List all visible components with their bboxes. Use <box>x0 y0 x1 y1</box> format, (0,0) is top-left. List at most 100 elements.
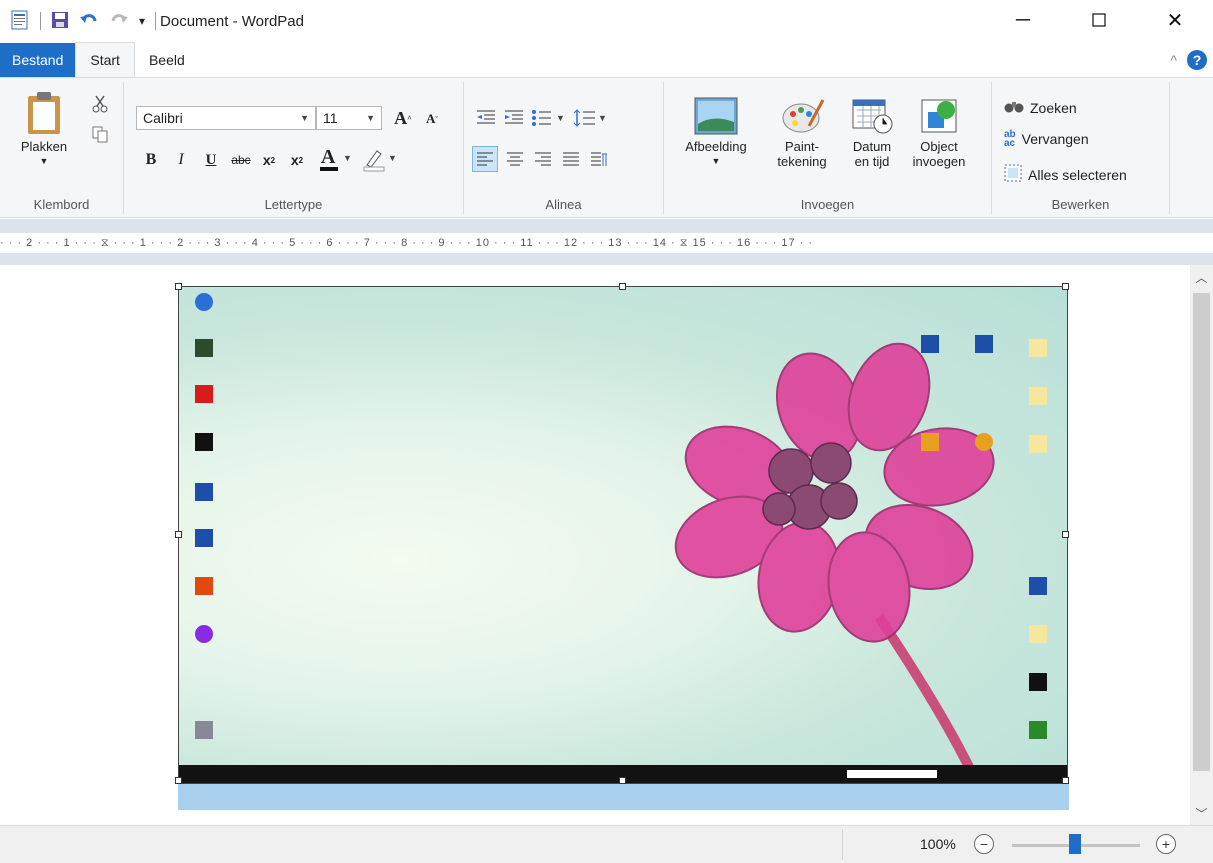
resize-handle[interactable] <box>1062 283 1069 290</box>
cut-icon[interactable] <box>90 94 110 114</box>
align-center-icon[interactable] <box>502 146 528 172</box>
replace-icon: ab ac <box>1004 129 1016 149</box>
scroll-up-icon[interactable]: ︿ <box>1190 267 1213 287</box>
align-right-icon[interactable] <box>530 146 556 172</box>
wordpad-icon[interactable] <box>10 10 30 33</box>
ruler[interactable]: · · · 2 · · · 1 · · · ⧖ · · · 1 · · · 2 … <box>0 219 1213 265</box>
customize-icon[interactable]: ▾ <box>139 14 145 28</box>
ribbon-tabs: Bestand Start Beeld ^ ? <box>0 42 1213 78</box>
chevron-down-icon: ▼ <box>300 113 309 123</box>
picture-icon <box>693 96 739 139</box>
svg-text:A: A <box>321 146 336 168</box>
chevron-down-icon: ▼ <box>711 156 721 166</box>
ribbon: Plakken ▼ Klembord Calibri ▼ 11 ▼ A ^ Aˇ … <box>0 78 1213 218</box>
svg-text:▼: ▼ <box>343 153 352 163</box>
italic-icon[interactable]: I <box>170 148 192 172</box>
undo-icon[interactable] <box>79 11 99 32</box>
inserted-desktop-image[interactable] <box>178 286 1068 784</box>
copy-icon[interactable] <box>90 124 110 144</box>
desktop-icon <box>1029 339 1047 357</box>
help-icon[interactable]: ? <box>1187 50 1207 70</box>
clipboard-icon <box>24 90 64 139</box>
close-button[interactable]: ✕ <box>1137 0 1213 40</box>
subscript-icon[interactable]: x2 <box>258 148 280 172</box>
superscript-icon[interactable]: x2 <box>286 148 308 172</box>
desktop-icon <box>1029 387 1047 405</box>
text-color-icon[interactable]: A ▼ <box>316 144 356 174</box>
increase-indent-icon[interactable] <box>502 106 526 130</box>
bold-icon[interactable]: B <box>140 148 162 172</box>
paint-drawing-button[interactable]: Paint- tekening <box>762 96 842 169</box>
justify-icon[interactable] <box>558 146 584 172</box>
group-klembord: Plakken ▼ Klembord <box>0 82 124 214</box>
paint-label-line2: tekening <box>777 154 827 169</box>
insert-picture-label: Afbeelding <box>685 139 747 154</box>
toolbar-separator <box>40 12 41 30</box>
minimize-button[interactable]: ─ <box>985 0 1061 40</box>
tab-start[interactable]: Start <box>75 42 135 77</box>
desktop-icon <box>195 483 213 501</box>
chevron-down-icon: ▼ <box>366 113 375 123</box>
flower-image-art <box>674 342 995 770</box>
highlight-color-icon[interactable]: ▼ <box>360 144 400 174</box>
group-lettertype: Calibri ▼ 11 ▼ A ^ Aˇ B I U abc x2 x2 A ▼ … <box>124 82 464 214</box>
collapse-ribbon-icon[interactable]: ^ <box>1170 52 1177 68</box>
zoom-slider-thumb[interactable] <box>1069 834 1081 854</box>
object-label-line2: invoegen <box>912 154 966 169</box>
tab-right-controls: ^ ? <box>1170 50 1207 70</box>
select-all-button[interactable]: Alles selecteren <box>1004 164 1127 185</box>
bullet-list-icon[interactable]: ▼ <box>530 106 566 130</box>
align-left-icon[interactable] <box>472 146 498 172</box>
scroll-thumb[interactable] <box>1193 293 1210 771</box>
strikethrough-icon[interactable]: abc <box>228 148 254 172</box>
shrink-font-icon[interactable]: Aˇ <box>420 108 444 130</box>
replace-button[interactable]: ab ac Vervangen <box>1004 129 1089 149</box>
font-size-select[interactable]: 11 ▼ <box>316 106 382 130</box>
zoom-out-icon[interactable]: − <box>974 834 994 854</box>
find-button[interactable]: Zoeken <box>1004 98 1077 117</box>
maximize-button[interactable] <box>1061 0 1137 40</box>
save-icon[interactable] <box>51 11 69 32</box>
grow-font-icon[interactable]: A ^ <box>390 106 416 130</box>
resize-handle[interactable] <box>175 777 182 784</box>
line-spacing-icon[interactable]: ▼ <box>572 106 608 130</box>
desktop-icon <box>195 433 213 451</box>
desktop-icon <box>975 335 993 353</box>
resize-handle[interactable] <box>1062 777 1069 784</box>
select-all-label: Alles selecteren <box>1028 166 1127 183</box>
date-label-line2: en tijd <box>854 154 890 169</box>
font-size-value: 11 <box>323 110 338 126</box>
font-family-value: Calibri <box>143 110 183 126</box>
zoom-level: 100% <box>920 836 956 852</box>
desktop-icon <box>1029 673 1047 691</box>
insert-picture-button[interactable]: Afbeelding ▼ <box>670 96 762 169</box>
decrease-indent-icon[interactable] <box>474 106 498 130</box>
desktop-icon <box>195 625 213 643</box>
resize-handle[interactable] <box>175 283 182 290</box>
resize-handle[interactable] <box>619 283 626 290</box>
underline-icon[interactable]: U <box>200 148 222 172</box>
desktop-icon <box>195 293 213 311</box>
select-all-icon <box>1004 164 1022 185</box>
group-label-lettertype: Lettertype <box>264 197 323 212</box>
svg-text:▼: ▼ <box>556 113 565 123</box>
group-invoegen: Afbeelding ▼ Paint- tekening Datum en ti… <box>664 82 992 214</box>
date-time-button[interactable]: Datum en tijd <box>840 96 904 169</box>
redo-icon[interactable] <box>109 11 129 32</box>
paste-button[interactable]: Plakken ▼ <box>14 90 74 169</box>
scroll-down-icon[interactable]: ﹀ <box>1190 803 1213 823</box>
insert-object-button[interactable]: Object invoegen <box>904 96 974 169</box>
resize-handle[interactable] <box>1062 531 1069 538</box>
paragraph-icon[interactable] <box>586 146 612 172</box>
chevron-down-icon: ▼ <box>39 156 49 166</box>
vertical-scrollbar[interactable]: ︿ ﹀ <box>1190 265 1213 825</box>
tab-beeld[interactable]: Beeld <box>135 43 199 77</box>
desktop-icon <box>195 721 213 739</box>
taskbar-searchbox <box>847 770 937 778</box>
resize-handle[interactable] <box>619 777 626 784</box>
zoom-in-icon[interactable]: + <box>1156 834 1176 854</box>
desktop-icon <box>195 385 213 403</box>
resize-handle[interactable] <box>175 531 182 538</box>
font-family-select[interactable]: Calibri ▼ <box>136 106 316 130</box>
tab-bestand[interactable]: Bestand <box>0 43 76 77</box>
